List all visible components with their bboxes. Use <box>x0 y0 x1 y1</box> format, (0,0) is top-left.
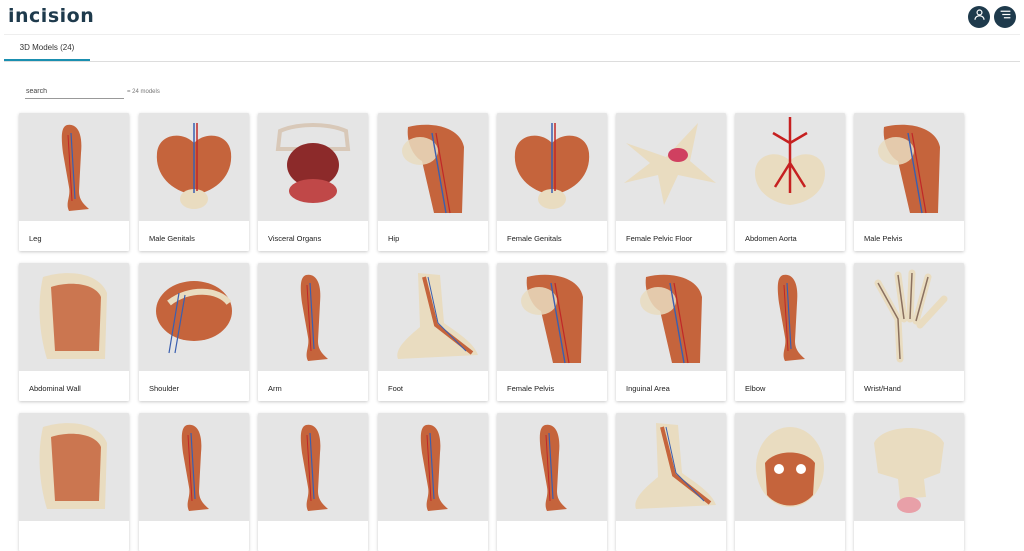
model-label: Leg <box>29 234 42 243</box>
model-thumbnail <box>139 263 249 371</box>
model-card[interactable]: Female Pelvis <box>497 263 607 401</box>
model-label: Abdominal Wall <box>29 384 81 393</box>
model-card[interactable]: Arm <box>258 263 368 401</box>
model-card[interactable]: Male Genitals <box>139 113 249 251</box>
model-card[interactable]: Elbow <box>735 263 845 401</box>
model-thumbnail <box>854 263 964 371</box>
model-thumbnail <box>616 113 726 221</box>
model-thumbnail <box>854 413 964 521</box>
model-thumbnail <box>258 413 368 521</box>
model-thumbnail <box>616 413 726 521</box>
model-label: Inguinal Area <box>626 384 670 393</box>
model-thumbnail <box>258 113 368 221</box>
model-thumbnail <box>19 113 129 221</box>
model-thumbnail <box>616 263 726 371</box>
model-card[interactable]: Female Pelvic Floor <box>616 113 726 251</box>
model-card[interactable] <box>19 413 129 551</box>
model-thumbnail <box>258 263 368 371</box>
model-thumbnail <box>139 113 249 221</box>
model-card[interactable]: Hip <box>378 113 488 251</box>
model-card[interactable]: Abdominal Wall <box>19 263 129 401</box>
model-thumbnail <box>735 263 845 371</box>
model-thumbnail <box>378 113 488 221</box>
model-label: Arm <box>268 384 282 393</box>
model-label: Abdomen Aorta <box>745 234 797 243</box>
model-label: Foot <box>388 384 404 393</box>
model-card[interactable] <box>139 413 249 551</box>
model-card[interactable]: Male Pelvis <box>854 113 964 251</box>
model-card[interactable]: Female Genitals <box>497 113 607 251</box>
model-thumbnail <box>497 113 607 221</box>
model-card[interactable] <box>854 413 964 551</box>
model-card[interactable]: Wrist/Hand <box>854 263 964 401</box>
model-card[interactable] <box>378 413 488 551</box>
model-card[interactable]: Leg <box>19 113 129 251</box>
model-thumbnail <box>854 113 964 221</box>
model-thumbnail <box>378 263 488 371</box>
model-label: Female Pelvic Floor <box>626 234 693 243</box>
model-thumbnail <box>19 263 129 371</box>
model-card[interactable] <box>735 413 845 551</box>
model-label: Wrist/Hand <box>864 384 901 393</box>
model-card[interactable] <box>497 413 607 551</box>
model-card[interactable]: Visceral Organs <box>258 113 368 251</box>
model-label: Female Genitals <box>507 234 562 243</box>
model-thumbnail <box>378 413 488 521</box>
model-card[interactable]: Shoulder <box>139 263 249 401</box>
model-thumbnail <box>19 413 129 521</box>
model-thumbnail <box>497 413 607 521</box>
model-thumbnail <box>139 413 249 521</box>
model-card[interactable] <box>616 413 726 551</box>
model-card[interactable]: Abdomen Aorta <box>735 113 845 251</box>
model-label: Male Pelvis <box>864 234 903 243</box>
model-card[interactable]: Foot <box>378 263 488 401</box>
model-thumbnail <box>497 263 607 371</box>
model-grid: Leg Male Genitals Visceral Organs Hip Fe… <box>0 0 1024 551</box>
model-label: Hip <box>388 234 400 243</box>
model-label: Male Genitals <box>149 234 195 243</box>
model-label: Shoulder <box>149 384 180 393</box>
model-thumbnail <box>735 113 845 221</box>
model-card[interactable]: Inguinal Area <box>616 263 726 401</box>
model-card[interactable] <box>258 413 368 551</box>
model-label: Visceral Organs <box>268 234 322 243</box>
model-label: Elbow <box>745 384 766 393</box>
model-label: Female Pelvis <box>507 384 555 393</box>
model-thumbnail <box>735 413 845 521</box>
